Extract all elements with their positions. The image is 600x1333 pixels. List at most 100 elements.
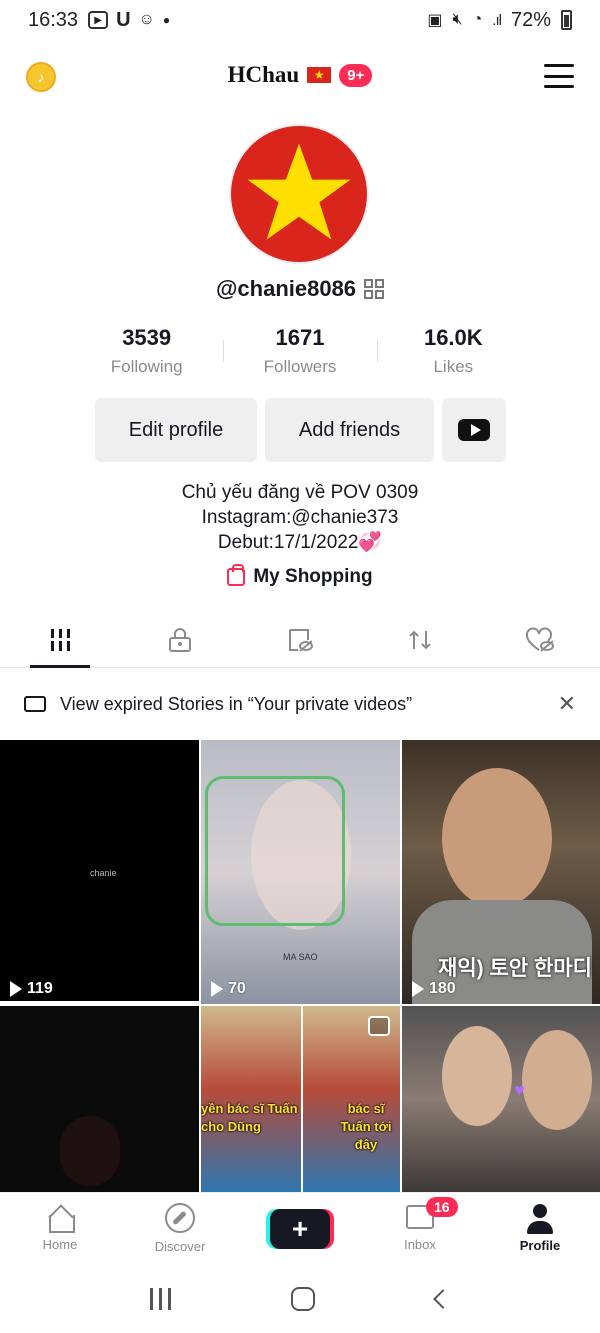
video-thumbnail[interactable]: chanie 119 [0,740,199,1004]
nav-profile[interactable]: Profile [480,1193,600,1264]
upload-progress [0,1001,199,1004]
menu-icon[interactable] [544,64,574,88]
nav-label: Inbox [404,1237,436,1252]
recents-button[interactable] [150,1287,172,1310]
account-switcher[interactable]: HChau ★ 9+ [0,62,600,88]
play-icon [211,981,223,997]
play-icon [10,981,22,997]
status-notification-icons: ▶ U ☺ ● [88,9,170,32]
youtube-icon [458,419,490,441]
signal-icon: .ıl [492,11,502,29]
stat-likes[interactable]: 16.0K Likes [376,322,530,382]
stat-label: Following [110,357,183,376]
grid-icon [50,628,70,651]
add-friends-button[interactable]: Add friends [265,398,434,462]
profile-stats: 3539 Following 1671 Followers 16.0K Like… [70,322,530,382]
thumbnail-overlay-text: MA SAO [283,952,318,962]
battery-percent: 72% [510,8,551,31]
tab-liked[interactable] [480,612,600,667]
home-icon [46,1205,75,1233]
qr-code-icon[interactable] [364,279,385,299]
profile-tabs [0,612,600,668]
video-thumbnail[interactable]: ♥ [402,1006,600,1192]
video-thumbnail[interactable] [0,1006,199,1192]
bottom-nav: Home Discover + 16 Inbox Profile [0,1192,600,1264]
tab-private[interactable] [120,612,240,667]
edit-profile-button[interactable]: Edit profile [95,398,257,462]
system-home-button[interactable] [291,1286,316,1311]
video-app-icon: ▶ [88,11,109,29]
bio-line: Instagram:@chanie373 [201,507,399,528]
avatar[interactable] [229,124,369,264]
nav-home[interactable]: Home [0,1193,120,1264]
stat-label: Followers [263,357,337,376]
u-app-icon: U [116,8,131,31]
profile-icon [526,1204,554,1234]
view-count: 70 [211,980,246,998]
inbox-badge: 16 [426,1197,458,1217]
thumbnail-caption: bác sĩ Tuấn tới đây [340,1101,392,1152]
shopping-bag-icon [227,564,246,586]
repost-icon [409,630,431,649]
view-count: 119 [10,980,53,998]
account-name: HChau [227,62,300,87]
stat-value: 1671 [275,325,325,350]
liked-hidden-icon [526,627,554,652]
thumbnail-overlay-text: 재익) 토안 한마디 [438,957,592,980]
thumbnail-caption: yền bác sĩ Tuấn cho Dũng [201,1101,298,1134]
nav-label: Discover [154,1239,206,1254]
notification-badge: 9+ [339,63,373,87]
my-shopping-link[interactable]: My Shopping [0,564,600,588]
mute-icon: 🔇︎ [452,11,463,28]
my-shopping-label: My Shopping [253,566,373,587]
close-icon[interactable]: ✕ [558,691,576,717]
compass-icon [165,1203,195,1233]
battery-saver-icon: ▣ [427,12,443,29]
bio-line: Debut:17/1/2022💞 [217,532,383,553]
vietnam-flag-icon: ★ [307,67,332,83]
more-dot-icon: ● [162,13,171,27]
stat-following[interactable]: 3539 Following [70,322,223,382]
back-button[interactable] [432,1288,453,1309]
nav-label: Home [42,1237,78,1252]
banner-text: View expired Stories in “Your private vi… [60,693,413,714]
face-frame [205,776,345,926]
nav-inbox[interactable]: 16 Inbox [360,1193,480,1264]
hidden-video-icon [289,628,313,652]
star-icon [247,143,351,240]
profile-actions: Edit profile Add friends [95,398,506,462]
stat-label: Likes [433,357,474,376]
video-thumbnail[interactable]: yền bác sĩ Tuấn cho Dũng bác sĩ Tuấn tới… [201,1006,400,1192]
nav-create[interactable]: + [240,1193,360,1264]
status-time: 16:33 [28,8,79,31]
heart-icon: ♥ [514,1080,525,1100]
youtube-link-button[interactable] [442,398,506,462]
username-row: @chanie8086 [0,276,600,302]
view-count-value: 180 [429,980,456,997]
story-camera-icon [24,696,46,712]
mask-app-icon: ☺ [138,11,155,28]
play-icon [412,981,424,997]
view-count: 180 [412,980,456,998]
battery-icon [561,10,572,30]
profile-header: ♪ HChau ★ 9+ [0,52,600,100]
view-count-value: 119 [27,980,53,997]
tab-reposts[interactable] [360,612,480,667]
create-button[interactable]: + [270,1208,330,1249]
tab-videos[interactable] [0,612,120,668]
bio: Chủ yếu đăng về POV 0309 Instagram:@chan… [0,480,600,555]
view-count-value: 70 [228,980,246,997]
stat-value: 16.0K [423,325,483,350]
stat-followers[interactable]: 1671 Followers [223,322,376,382]
status-bar: 16:33 ▶ U ☺ ● ▣ 🔇︎ ◔ .ıl 72% [0,0,600,40]
expired-stories-banner[interactable]: View expired Stories in “Your private vi… [0,678,600,730]
system-nav-bar [0,1264,600,1333]
video-thumbnail[interactable]: MA SAO 70 [201,740,400,1004]
video-thumbnail[interactable]: 재익) 토안 한마디 180 [402,740,600,1004]
nav-discover[interactable]: Discover [120,1193,240,1264]
thumbnail-overlay-text: chanie [90,868,117,878]
photo-icon [368,1016,390,1036]
tab-hidden[interactable] [240,612,360,667]
wifi-icon: ◔ [472,11,483,28]
username: @chanie8086 [215,276,357,301]
